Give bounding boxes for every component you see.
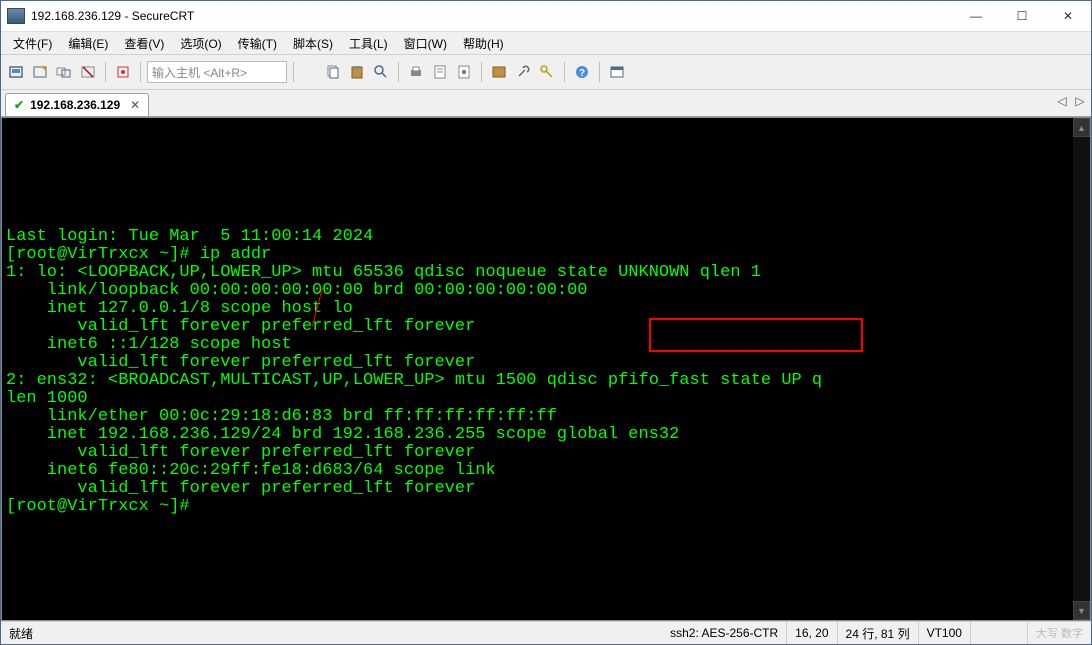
terminal-output[interactable]: Last login: Tue Mar 5 11:00:14 2024[root…	[2, 118, 1073, 620]
find-icon[interactable]	[370, 61, 392, 83]
terminal-line: valid_lft forever preferred_lft forever	[6, 354, 1069, 372]
session-tab[interactable]: ✔ 192.168.236.129 ✕	[5, 93, 149, 116]
terminal-line: [root@VirTrxcx ~]# ip addr	[6, 246, 1069, 264]
toolbar-separator	[293, 62, 294, 82]
app-window: 192.168.236.129 - SecureCRT — ☐ ✕ 文件(F) …	[0, 0, 1092, 645]
host-input[interactable]: 输入主机 <Alt+R>	[147, 61, 287, 83]
toolbar-separator	[398, 62, 399, 82]
settings-icon[interactable]	[112, 61, 134, 83]
minimize-button[interactable]: —	[953, 1, 999, 31]
new-window-icon[interactable]	[606, 61, 628, 83]
menubar: 文件(F) 编辑(E) 查看(V) 选项(O) 传输(T) 脚本(S) 工具(L…	[1, 32, 1091, 55]
quick-connect-icon[interactable]	[29, 61, 51, 83]
help-icon[interactable]: ?	[571, 61, 593, 83]
scroll-track[interactable]	[1073, 137, 1090, 601]
window-title: 192.168.236.129 - SecureCRT	[31, 9, 953, 23]
reconnect-icon[interactable]	[53, 61, 75, 83]
tab-nav-right[interactable]: ▷	[1073, 94, 1087, 108]
terminal-scrollbar[interactable]: ▲ ▼	[1073, 118, 1090, 620]
menu-options[interactable]: 选项(O)	[172, 33, 229, 54]
status-ready: 就绪	[1, 622, 41, 644]
terminal-line: [root@VirTrxcx ~]#	[6, 498, 1069, 516]
terminal-line: len 1000	[6, 390, 1069, 408]
titlebar: 192.168.236.129 - SecureCRT — ☐ ✕	[1, 1, 1091, 32]
status-term: VT100	[919, 622, 971, 644]
status-watermark: 大写 数字	[1028, 625, 1091, 641]
copy-icon[interactable]	[322, 61, 344, 83]
key-icon[interactable]	[536, 61, 558, 83]
svg-text:?: ?	[579, 68, 585, 79]
connect-icon[interactable]	[5, 61, 27, 83]
properties-icon[interactable]	[429, 61, 451, 83]
terminal-line: valid_lft forever preferred_lft forever	[6, 480, 1069, 498]
menu-window[interactable]: 窗口(W)	[396, 33, 455, 54]
terminal-line: link/loopback 00:00:00:00:00:00 brd 00:0…	[6, 282, 1069, 300]
tab-label: 192.168.236.129	[30, 98, 120, 112]
menu-edit[interactable]: 编辑(E)	[60, 33, 116, 54]
options-icon[interactable]	[453, 61, 475, 83]
terminal-line: 1: lo: <LOOPBACK,UP,LOWER_UP> mtu 65536 …	[6, 264, 1069, 282]
toolbar-separator	[564, 62, 565, 82]
maximize-button[interactable]: ☐	[999, 1, 1045, 31]
menu-view[interactable]: 查看(V)	[116, 33, 172, 54]
statusbar: 就绪 ssh2: AES-256-CTR 16, 20 24 行, 81 列 V…	[1, 621, 1091, 644]
tab-nav-left[interactable]: ◁	[1055, 94, 1069, 108]
menu-file[interactable]: 文件(F)	[5, 33, 60, 54]
status-cipher: ssh2: AES-256-CTR	[662, 622, 787, 644]
scroll-down-button[interactable]: ▼	[1073, 601, 1090, 620]
close-button[interactable]: ✕	[1045, 1, 1091, 31]
menu-help[interactable]: 帮助(H)	[455, 33, 512, 54]
terminal-pane: Last login: Tue Mar 5 11:00:14 2024[root…	[1, 117, 1091, 621]
print-icon[interactable]	[405, 61, 427, 83]
log-icon[interactable]	[488, 61, 510, 83]
terminal-line: link/ether 00:0c:29:18:d6:83 brd ff:ff:f…	[6, 408, 1069, 426]
paste-icon[interactable]	[346, 61, 368, 83]
terminal-line: inet6 ::1/128 scope host	[6, 336, 1069, 354]
disconnect-icon[interactable]	[77, 61, 99, 83]
toolbar-separator	[481, 62, 482, 82]
toolbar-separator	[140, 62, 141, 82]
terminal-line: inet 192.168.236.129/24 brd 192.168.236.…	[6, 426, 1069, 444]
menu-tools[interactable]: 工具(L)	[341, 33, 396, 54]
scroll-up-button[interactable]: ▲	[1073, 118, 1090, 137]
tab-close-button[interactable]: ✕	[130, 98, 140, 112]
menu-script[interactable]: 脚本(S)	[285, 33, 341, 54]
terminal-line: inet6 fe80::20c:29ff:fe18:d683/64 scope …	[6, 462, 1069, 480]
tools-icon[interactable]	[512, 61, 534, 83]
terminal-line: Last login: Tue Mar 5 11:00:14 2024	[6, 228, 1069, 246]
menu-transfer[interactable]: 传输(T)	[230, 33, 285, 54]
status-cursor: 16, 20	[787, 622, 837, 644]
status-size: 24 行, 81 列	[838, 622, 919, 644]
app-icon	[7, 8, 25, 24]
terminal-line: 2: ens32: <BROADCAST,MULTICAST,UP,LOWER_…	[6, 372, 1069, 390]
terminal-line: valid_lft forever preferred_lft forever	[6, 318, 1069, 336]
connected-check-icon: ✔	[14, 98, 24, 112]
toolbar-separator	[105, 62, 106, 82]
terminal-line: inet 127.0.0.1/8 scope host lo	[6, 300, 1069, 318]
tabstrip: ✔ 192.168.236.129 ✕ ◁ ▷	[1, 90, 1091, 117]
toolbar: 输入主机 <Alt+R> ?	[1, 55, 1091, 90]
terminal-line: valid_lft forever preferred_lft forever	[6, 444, 1069, 462]
toolbar-separator	[599, 62, 600, 82]
